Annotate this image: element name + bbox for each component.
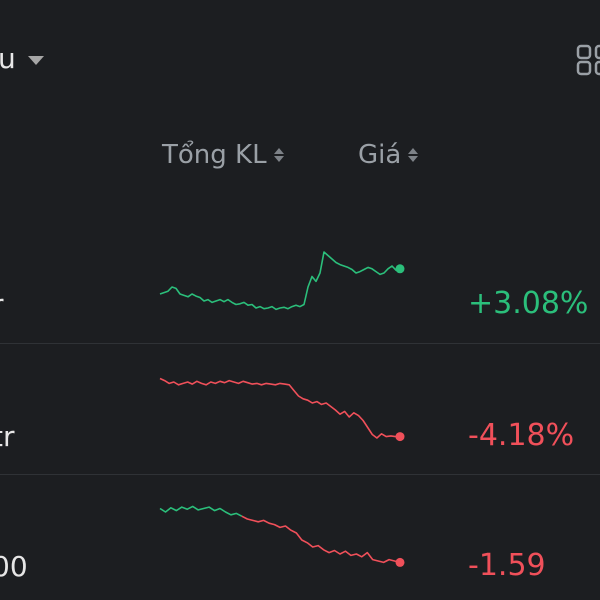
- price-change-text: +3.08%: [468, 286, 589, 321]
- row-volume-text: 00: [0, 550, 28, 583]
- row-volume-text: r: [0, 288, 4, 321]
- sparkline-series: [159, 377, 400, 439]
- sparkline-series: [241, 515, 401, 564]
- sparkline-last-point: [395, 264, 405, 274]
- column-header-price[interactable]: Giá: [358, 140, 419, 170]
- grid-layout-icon[interactable]: [576, 44, 600, 76]
- row-divider: [0, 343, 600, 344]
- column-header-price-label: Giá: [358, 140, 402, 170]
- sparkline-series: [159, 251, 401, 311]
- sort-updown-icon: [408, 148, 419, 162]
- sparkline-series: [159, 505, 243, 517]
- sparkline-last-point: [395, 432, 405, 442]
- column-header-volume-label: Tổng KL: [162, 140, 267, 170]
- sort-updown-icon: [273, 148, 284, 162]
- caret-down-icon[interactable]: [28, 56, 44, 65]
- row-volume-text: tr: [0, 420, 15, 453]
- sparkline-chart: [159, 251, 405, 311]
- sparkline-chart: [159, 377, 405, 442]
- price-change-text: -4.18%: [468, 418, 575, 453]
- column-header-volume[interactable]: Tổng KL: [162, 140, 285, 170]
- row-divider: [0, 474, 600, 475]
- list-item[interactable]: 00 -1.59: [0, 500, 600, 600]
- filter-label: u: [0, 42, 16, 75]
- sparkline-chart: [159, 505, 405, 567]
- price-change-text: -1.59: [468, 548, 546, 583]
- sparkline-last-point: [395, 557, 405, 567]
- list-item[interactable]: r +3.08%: [0, 240, 600, 344]
- list-item[interactable]: tr -4.18%: [0, 370, 600, 474]
